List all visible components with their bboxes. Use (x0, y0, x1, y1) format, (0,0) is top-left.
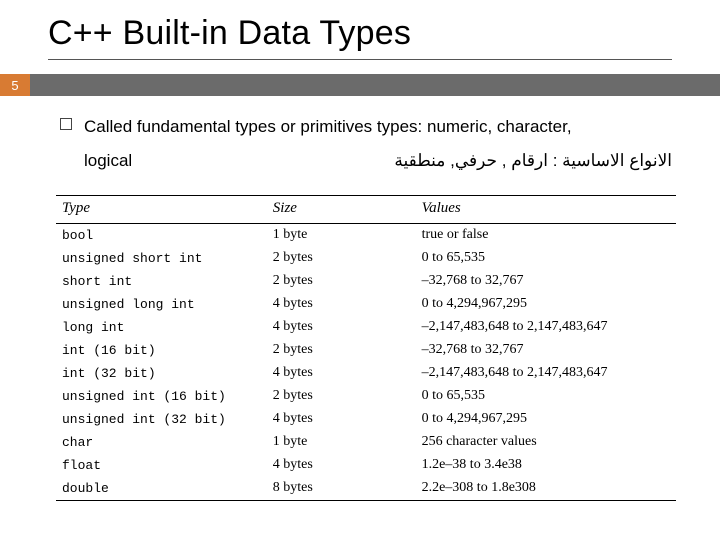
table-row: bool1 bytetrue or false (56, 223, 676, 247)
cell-type: unsigned short int (56, 247, 267, 270)
header-values: Values (416, 195, 676, 223)
cell-size: 4 bytes (267, 362, 416, 385)
table-row: float4 bytes1.2e–38 to 3.4e38 (56, 454, 676, 477)
cell-size: 1 byte (267, 223, 416, 247)
cell-values: 1.2e–38 to 3.4e38 (416, 454, 676, 477)
cell-values: –2,147,483,648 to 2,147,483,647 (416, 316, 676, 339)
cell-size: 4 bytes (267, 454, 416, 477)
cell-values: 0 to 65,535 (416, 247, 676, 270)
header-size: Size (267, 195, 416, 223)
bullet-line2-arabic: الانواع الاساسية : ارقام , حرفي, منطقية (394, 148, 672, 174)
cell-values: –2,147,483,648 to 2,147,483,647 (416, 362, 676, 385)
table-header-row: Type Size Values (56, 195, 676, 223)
data-types-table-wrap: Type Size Values bool1 bytetrue or false… (56, 195, 676, 501)
page-number-fill (30, 74, 720, 96)
cell-values: 2.2e–308 to 1.8e308 (416, 477, 676, 501)
cell-size: 4 bytes (267, 293, 416, 316)
table-row: unsigned int (16 bit)2 bytes0 to 65,535 (56, 385, 676, 408)
page-number-box: 5 (0, 74, 30, 96)
cell-type: unsigned int (16 bit) (56, 385, 267, 408)
cell-values: true or false (416, 223, 676, 247)
page-number-bar: 5 (0, 74, 720, 96)
cell-type: int (32 bit) (56, 362, 267, 385)
cell-values: 0 to 4,294,967,295 (416, 293, 676, 316)
cell-values: 0 to 4,294,967,295 (416, 408, 676, 431)
cell-type: char (56, 431, 267, 454)
page-title: C++ Built-in Data Types (0, 0, 720, 59)
cell-values: –32,768 to 32,767 (416, 270, 676, 293)
bullet-line2-left: logical (84, 148, 132, 174)
cell-size: 2 bytes (267, 270, 416, 293)
cell-size: 8 bytes (267, 477, 416, 501)
cell-type: unsigned int (32 bit) (56, 408, 267, 431)
table-row: int (16 bit)2 bytes–32,768 to 32,767 (56, 339, 676, 362)
cell-size: 1 byte (267, 431, 416, 454)
bullet-text: Called fundamental types or primitives t… (84, 114, 672, 175)
data-types-table: Type Size Values bool1 bytetrue or false… (56, 195, 676, 501)
cell-type: double (56, 477, 267, 501)
table-row: unsigned short int2 bytes0 to 65,535 (56, 247, 676, 270)
cell-type: float (56, 454, 267, 477)
table-row: unsigned long int4 bytes0 to 4,294,967,2… (56, 293, 676, 316)
table-row: int (32 bit)4 bytes–2,147,483,648 to 2,1… (56, 362, 676, 385)
table-row: long int4 bytes–2,147,483,648 to 2,147,4… (56, 316, 676, 339)
cell-values: –32,768 to 32,767 (416, 339, 676, 362)
bullet-item: Called fundamental types or primitives t… (60, 114, 672, 181)
cell-values: 256 character values (416, 431, 676, 454)
title-underline (48, 59, 672, 60)
table-row: unsigned int (32 bit)4 bytes0 to 4,294,9… (56, 408, 676, 431)
cell-type: long int (56, 316, 267, 339)
cell-size: 2 bytes (267, 339, 416, 362)
cell-size: 4 bytes (267, 408, 416, 431)
cell-size: 2 bytes (267, 385, 416, 408)
bullet-square-icon (60, 118, 72, 130)
table-row: short int2 bytes–32,768 to 32,767 (56, 270, 676, 293)
cell-values: 0 to 65,535 (416, 385, 676, 408)
cell-size: 2 bytes (267, 247, 416, 270)
cell-type: unsigned long int (56, 293, 267, 316)
cell-type: bool (56, 223, 267, 247)
bullet-line2-row: logical الانواع الاساسية : ارقام , حرفي,… (84, 148, 672, 174)
cell-type: int (16 bit) (56, 339, 267, 362)
cell-type: short int (56, 270, 267, 293)
cell-size: 4 bytes (267, 316, 416, 339)
table-row: double8 bytes2.2e–308 to 1.8e308 (56, 477, 676, 501)
table-row: char1 byte256 character values (56, 431, 676, 454)
header-type: Type (56, 195, 267, 223)
bullet-line1: Called fundamental types or primitives t… (84, 114, 672, 140)
content-area: Called fundamental types or primitives t… (0, 96, 720, 181)
